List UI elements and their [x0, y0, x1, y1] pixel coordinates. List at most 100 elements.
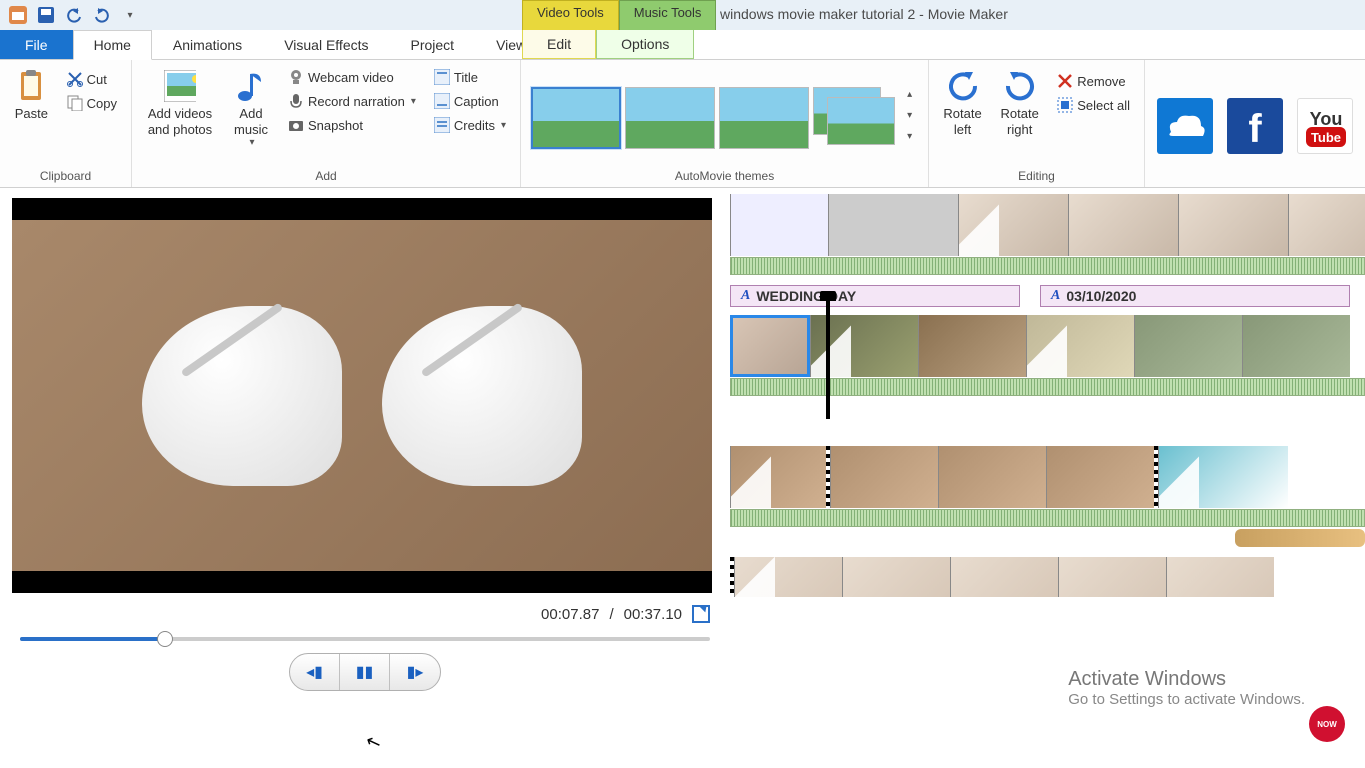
webcam-video-button[interactable]: Webcam video — [282, 66, 422, 88]
context-tabs: Video Tools Music Tools — [522, 0, 716, 30]
credits-button[interactable]: Credits▾ — [428, 114, 512, 136]
prev-frame-button[interactable]: ◂▮ — [290, 654, 340, 690]
video-strip[interactable] — [730, 557, 1365, 597]
facebook-icon: f — [1227, 98, 1283, 154]
theme-thumb-1[interactable] — [531, 87, 621, 149]
clip[interactable] — [1288, 194, 1365, 256]
timeline-track — [730, 446, 1365, 527]
clip[interactable] — [1046, 446, 1154, 508]
clip[interactable] — [1134, 315, 1242, 377]
add-videos-label: Add videos and photos — [142, 106, 218, 137]
seek-thumb[interactable] — [157, 631, 173, 647]
clip[interactable] — [950, 557, 1058, 597]
preview-panel: 00:07.87/00:37.10 ◂▮ ▮▮ ▮▸ — [0, 188, 730, 768]
caption-item[interactable]: A 03/10/2020 — [1040, 285, 1350, 307]
qat-customize-icon[interactable]: ▾ — [118, 3, 142, 27]
clip[interactable] — [828, 194, 958, 256]
tab-music-options[interactable]: Options — [596, 30, 694, 59]
tab-video-edit[interactable]: Edit — [522, 30, 596, 59]
youtube-button[interactable]: YouTube — [1297, 98, 1353, 154]
clip[interactable] — [1058, 557, 1166, 597]
preview-content — [382, 306, 582, 486]
fullscreen-button[interactable] — [692, 605, 710, 623]
ribbon-tabs: File Home Animations Visual Effects Proj… — [0, 30, 1365, 60]
redo-button[interactable] — [90, 3, 114, 27]
record-narration-button[interactable]: Record narration▾ — [282, 90, 422, 112]
video-strip[interactable] — [730, 194, 1365, 256]
select-all-button[interactable]: Select all — [1051, 94, 1136, 116]
theme-thumb-2[interactable] — [625, 87, 715, 149]
paste-button[interactable]: Paste — [8, 64, 55, 128]
facebook-button[interactable]: f — [1227, 98, 1283, 154]
tab-project[interactable]: Project — [390, 30, 476, 59]
watermark-sub: Go to Settings to activate Windows. — [1068, 691, 1305, 708]
timeline-track — [730, 315, 1365, 396]
rotate-left-icon — [947, 70, 979, 102]
copy-button[interactable]: Copy — [61, 92, 123, 114]
clip[interactable] — [938, 446, 1046, 508]
chevron-down-icon: ▾ — [249, 137, 254, 149]
webcam-label: Webcam video — [308, 70, 394, 85]
group-clipboard: Paste Cut Copy Clipboard — [0, 60, 132, 187]
clip[interactable] — [958, 194, 1068, 256]
clip[interactable] — [1242, 315, 1350, 377]
gallery-down-icon[interactable]: ▾ — [907, 110, 912, 121]
add-music-label: Add music — [228, 106, 274, 137]
clip[interactable] — [1068, 194, 1178, 256]
tab-home[interactable]: Home — [73, 30, 152, 60]
automovie-gallery[interactable]: ▴ ▾ ▾ — [529, 81, 912, 151]
tab-animations[interactable]: Animations — [152, 30, 263, 59]
app-icon[interactable] — [6, 3, 30, 27]
cut-button[interactable]: Cut — [61, 68, 123, 90]
onedrive-button[interactable] — [1157, 98, 1213, 154]
clipboard-icon — [15, 70, 47, 102]
add-videos-button[interactable]: Add videos and photos — [140, 64, 220, 143]
clip[interactable] — [730, 194, 828, 256]
tab-visual-effects[interactable]: Visual Effects — [263, 30, 389, 59]
gallery-up-icon[interactable]: ▴ — [907, 89, 912, 100]
subscribe-now-badge[interactable]: NOW — [1309, 706, 1345, 742]
audio-strip[interactable] — [730, 509, 1365, 527]
microphone-icon — [288, 93, 304, 109]
caption-item[interactable]: A WEDDING DAY — [730, 285, 1020, 307]
time-display: 00:07.87/00:37.10 — [12, 593, 718, 627]
video-strip[interactable] — [730, 446, 1365, 508]
rotate-left-label: Rotate left — [939, 106, 986, 137]
caption-text: 03/10/2020 — [1066, 288, 1136, 304]
theme-thumb-3[interactable] — [719, 87, 809, 149]
tab-file[interactable]: File — [0, 30, 73, 59]
save-button[interactable] — [34, 3, 58, 27]
add-music-button[interactable]: Add music▾ — [226, 64, 276, 155]
clip[interactable] — [730, 446, 826, 508]
snapshot-button[interactable]: Snapshot — [282, 114, 422, 136]
group-editing: Rotate left Rotate right Remove Select a… — [929, 60, 1145, 187]
audio-clip[interactable] — [1235, 529, 1365, 547]
clip[interactable] — [1178, 194, 1288, 256]
copy-icon — [67, 95, 83, 111]
caption-button[interactable]: Caption — [428, 90, 512, 112]
caption-label: Caption — [454, 94, 499, 109]
clip[interactable] — [734, 557, 842, 597]
clip[interactable] — [1026, 315, 1134, 377]
pause-button[interactable]: ▮▮ — [340, 654, 390, 690]
select-all-icon — [1057, 97, 1073, 113]
clip[interactable] — [1158, 446, 1288, 508]
preview-monitor[interactable] — [12, 198, 712, 593]
clip[interactable] — [842, 557, 950, 597]
theme-thumb-4[interactable] — [813, 87, 903, 149]
playhead[interactable] — [826, 299, 830, 419]
undo-button[interactable] — [62, 3, 86, 27]
rotate-right-button[interactable]: Rotate right — [994, 64, 1045, 143]
next-frame-button[interactable]: ▮▸ — [390, 654, 440, 690]
preview-frame — [12, 220, 712, 571]
clip-selected[interactable] — [730, 315, 810, 377]
remove-button[interactable]: Remove — [1051, 70, 1136, 92]
audio-strip[interactable] — [730, 257, 1365, 275]
seek-slider[interactable] — [20, 637, 710, 641]
clip[interactable] — [1166, 557, 1274, 597]
rotate-left-button[interactable]: Rotate left — [937, 64, 988, 143]
title-button[interactable]: Title — [428, 66, 512, 88]
clip[interactable] — [830, 446, 938, 508]
gallery-more-icon[interactable]: ▾ — [907, 131, 912, 142]
clip[interactable] — [918, 315, 1026, 377]
